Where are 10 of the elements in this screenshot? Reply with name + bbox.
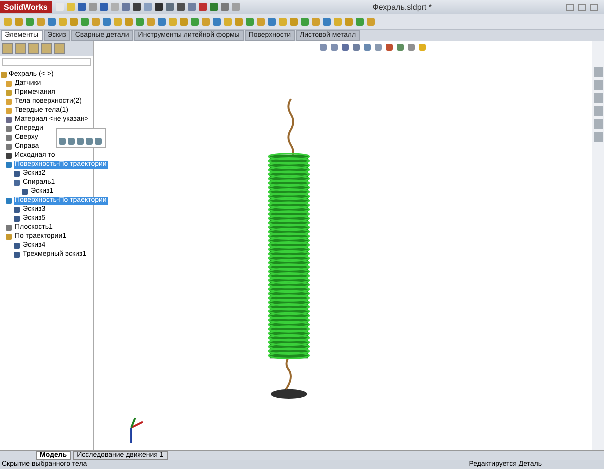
panel-tab-icon[interactable] xyxy=(2,43,13,54)
panel-tab-icon[interactable] xyxy=(28,43,39,54)
panel-tab-icon[interactable] xyxy=(54,43,65,54)
panel-tab-icon[interactable] xyxy=(41,43,52,54)
app-logo[interactable]: SolidWorks xyxy=(0,1,52,13)
filter-field[interactable] xyxy=(2,58,91,66)
window-title: Фехраль.sldprt * xyxy=(372,2,432,12)
axis-triad-icon xyxy=(130,418,144,444)
part-icon xyxy=(1,72,7,78)
panel-tab-icon[interactable] xyxy=(15,43,26,54)
